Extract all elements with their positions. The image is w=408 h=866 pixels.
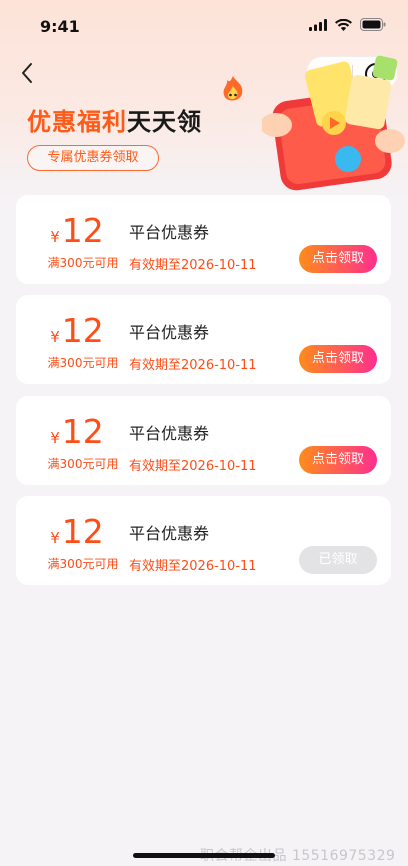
back-button[interactable] bbox=[16, 58, 42, 88]
claim-button[interactable]: 点击领取 bbox=[299, 446, 377, 474]
currency-symbol: ¥ bbox=[50, 228, 60, 246]
battery-icon bbox=[360, 18, 386, 31]
page-title: 优惠福利 天天领 bbox=[27, 103, 202, 136]
amount-value: 12 bbox=[61, 512, 104, 551]
coupon-gift-illustration bbox=[262, 55, 405, 191]
wifi-icon bbox=[335, 18, 352, 31]
flame-mascot-icon bbox=[223, 76, 243, 101]
signal-icon bbox=[309, 18, 327, 31]
claim-button[interactable]: 点击领取 bbox=[299, 245, 377, 273]
coupon-condition: 满300元可用 bbox=[47, 457, 119, 471]
coupon-validity: 有效期至2026-10-11 bbox=[129, 358, 257, 373]
coupon-card: ¥12 满300元可用 平台优惠券 有效期至2026-10-11 点击领取 bbox=[16, 195, 391, 284]
coupon-card: ¥12 满300元可用 平台优惠券 有效期至2026-10-11 点击领取 bbox=[16, 396, 391, 485]
coupon-amount: ¥12 bbox=[42, 412, 112, 451]
coupon-amount: ¥12 bbox=[42, 211, 112, 250]
coupon-title: 平台优惠券 bbox=[129, 424, 210, 443]
claim-button[interactable]: 点击领取 bbox=[299, 345, 377, 373]
coupon-title: 平台优惠券 bbox=[129, 323, 210, 342]
chevron-left-icon bbox=[22, 63, 32, 83]
coupon-card: ¥12 满300元可用 平台优惠券 有效期至2026-10-11 点击领取 bbox=[16, 295, 391, 384]
currency-symbol: ¥ bbox=[50, 429, 60, 447]
status-bar: 9:41 bbox=[0, 0, 408, 54]
status-time: 9:41 bbox=[40, 17, 80, 36]
currency-symbol: ¥ bbox=[50, 328, 60, 346]
amount-value: 12 bbox=[61, 311, 104, 350]
coupon-validity: 有效期至2026-10-11 bbox=[129, 559, 257, 574]
amount-value: 12 bbox=[61, 412, 104, 451]
amount-value: 12 bbox=[61, 211, 104, 250]
coupon-condition: 满300元可用 bbox=[47, 256, 119, 270]
status-icons bbox=[309, 18, 386, 31]
coupon-title: 平台优惠券 bbox=[129, 223, 210, 242]
coupon-amount: ¥12 bbox=[42, 512, 112, 551]
coupon-validity: 有效期至2026-10-11 bbox=[129, 459, 257, 474]
coupon-card: ¥12 满300元可用 平台优惠券 有效期至2026-10-11 已领取 bbox=[16, 496, 391, 585]
coupon-title: 平台优惠券 bbox=[129, 524, 210, 543]
home-indicator bbox=[133, 853, 275, 858]
exclusive-coupon-tag: 专属优惠券领取 bbox=[27, 145, 159, 171]
coupon-condition: 满300元可用 bbox=[47, 557, 119, 571]
currency-symbol: ¥ bbox=[50, 529, 60, 547]
claimed-button: 已领取 bbox=[299, 546, 377, 574]
coupon-validity: 有效期至2026-10-11 bbox=[129, 258, 257, 273]
title-highlight: 优惠福利 bbox=[27, 107, 127, 136]
coupon-condition: 满300元可用 bbox=[47, 356, 119, 370]
coupon-amount: ¥12 bbox=[42, 311, 112, 350]
title-rest: 天天领 bbox=[127, 107, 202, 136]
